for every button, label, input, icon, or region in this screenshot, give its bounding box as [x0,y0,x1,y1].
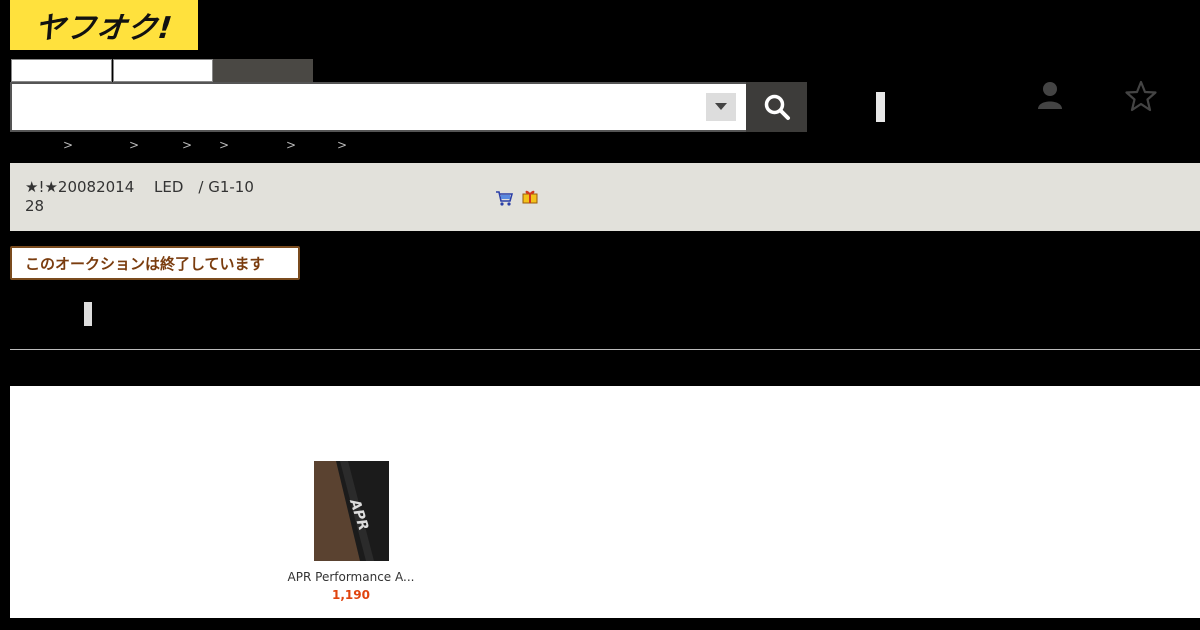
breadcrumb: > > > > > > [10,138,410,156]
breadcrumb-separator: > [63,138,74,152]
breadcrumb-separator: > [337,138,348,152]
product-image: APR [314,461,389,561]
gift-link[interactable] [521,187,539,205]
item-title-line-2: 28 [25,197,45,215]
breadcrumb-separator: > [182,138,193,152]
site-logo[interactable]: ヤフオク! [10,0,198,50]
placeholder-block [84,302,92,326]
user-icon [1038,82,1062,109]
watchlist-button[interactable] [1125,80,1157,112]
search-tab-3[interactable] [213,59,313,82]
product-price: 1,190 [332,588,370,602]
logo-text: ヤフオク! [32,11,175,46]
my-account-button[interactable] [1036,80,1064,110]
cart-icon [496,191,514,206]
search-input[interactable] [18,92,702,124]
search-icon [764,94,790,120]
breadcrumb-separator: > [129,138,140,152]
search-tab-2[interactable] [113,59,213,82]
section-divider [10,349,1200,350]
search-button[interactable] [746,82,807,132]
cart-link[interactable] [495,189,514,207]
breadcrumb-separator: > [286,138,297,152]
auction-ended-text: このオークションは終了しています [25,254,265,273]
item-title-line-1: ★!★20082014 LED / G1-10 [25,178,254,196]
recommended-products-panel: APR APR Performance A... 1,190 [10,386,1200,618]
search-box [10,82,746,132]
item-title: ★!★20082014 LED / G1-10 28 [25,178,295,216]
item-title-bar: ★!★20082014 LED / G1-10 28 [10,163,1200,231]
search-tab-1[interactable] [11,59,112,82]
star-icon [1125,80,1157,112]
gift-icon [522,190,538,204]
breadcrumb-separator: > [219,138,230,152]
product-name[interactable]: APR Performance A... [280,570,422,584]
auction-ended-notice: このオークションは終了しています [10,246,300,280]
category-dropdown[interactable] [706,93,736,121]
product-thumbnail[interactable]: APR [314,461,389,561]
header-placeholder-block [876,92,885,122]
chevron-down-icon [715,103,727,110]
